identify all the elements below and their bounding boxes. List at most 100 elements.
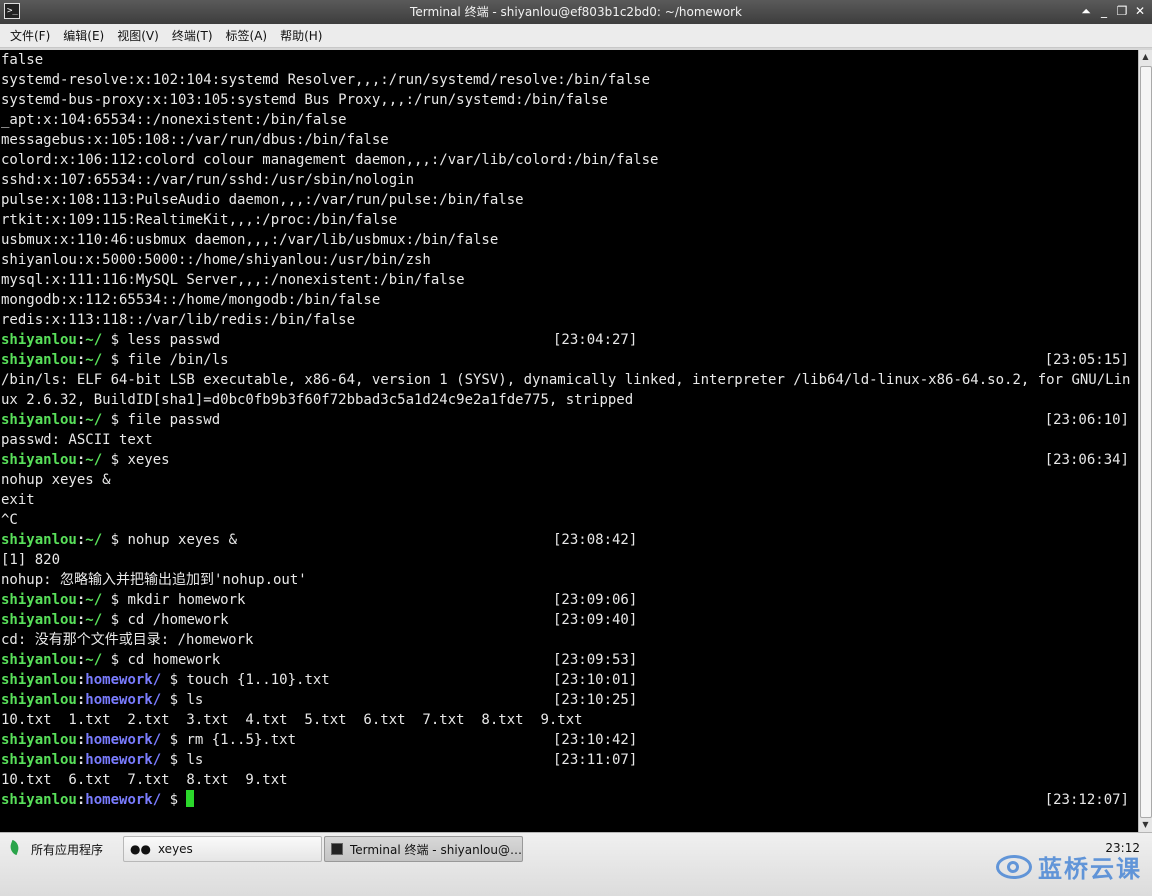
prompt-directory: homework/ — [85, 672, 162, 688]
output-line: mysql:x:111:116:MySQL Server,,,:/nonexis… — [1, 272, 465, 288]
prompt-directory: homework/ — [85, 752, 162, 768]
scroll-down-icon[interactable]: ▼ — [1139, 818, 1152, 832]
timestamp: [23:11:07] — [553, 752, 638, 768]
menu-view[interactable]: 视图(V) — [117, 27, 159, 44]
command-text: $ less passwd — [102, 332, 221, 348]
prompt-user: shiyanlou — [1, 452, 77, 468]
scroll-up-icon[interactable]: ▲ — [1139, 50, 1152, 64]
timestamp: [23:10:01] — [553, 672, 638, 688]
prompt-line: shiyanlou:homework/ $ [23:12:07] — [0, 790, 1138, 810]
prompt-line: shiyanlou:homework/ $ ls [23:10:25] — [0, 690, 1138, 710]
prompt-line: shiyanlou:homework/ $ rm {1..5}.txt [23:1… — [0, 730, 1138, 750]
command-text: $ rm {1..5}.txt — [161, 732, 297, 748]
apps-menu-button[interactable]: 所有应用程序 — [3, 836, 119, 862]
command-text: $ cd /homework — [102, 612, 229, 628]
shade-button[interactable]: ⏶ — [1080, 3, 1092, 19]
command-text: $ mkdir homework — [102, 592, 246, 608]
prompt-directory: ~/ — [85, 652, 103, 668]
prompt-user: shiyanlou — [1, 652, 77, 668]
menu-help[interactable]: 帮助(H) — [280, 27, 322, 44]
output-line: 10.txt 1.txt 2.txt 3.txt 4.txt 5.txt 6.t… — [1, 712, 583, 728]
timestamp: [23:08:42] — [553, 532, 638, 548]
taskbar: 所有应用程序 ●● xeyes Terminal 终端 - shiyanlou@… — [0, 832, 1152, 896]
prompt-directory: homework/ — [85, 732, 162, 748]
window-controls: ⏶ _ ❐ ✕ — [1080, 3, 1146, 19]
prompt-line: shiyanlou:~/ $ xeyes [23:06:34] — [0, 450, 1138, 470]
prompt-directory: ~/ — [85, 532, 103, 548]
eyes-icon: ●● — [130, 842, 151, 856]
prompt-directory: ~/ — [85, 412, 103, 428]
menu-tabs[interactable]: 标签(A) — [226, 27, 268, 44]
window-title: Terminal 终端 - shiyanlou@ef803b1c2bd0: ~/… — [410, 5, 742, 19]
menu-edit[interactable]: 编辑(E) — [63, 27, 104, 44]
output-line: _apt:x:104:65534::/nonexistent:/bin/fals… — [1, 112, 347, 128]
terminal-cursor[interactable] — [186, 790, 195, 807]
prompt-user: shiyanlou — [1, 792, 77, 808]
output-line: false — [1, 52, 44, 68]
prompt-line: shiyanlou:homework/ $ ls [23:11:07] — [0, 750, 1138, 770]
output-line: colord:x:106:112:colord colour managemen… — [1, 152, 659, 168]
timestamp: [23:10:42] — [553, 732, 638, 748]
terminal-output[interactable]: false systemd-resolve:x:102:104:systemd R… — [0, 50, 1138, 832]
prompt-user: shiyanlou — [1, 412, 77, 428]
prompt-line: shiyanlou:homework/ $ touch {1..10}.txt[… — [0, 670, 1138, 690]
prompt-directory: homework/ — [85, 692, 162, 708]
output-line: pulse:x:108:113:PulseAudio daemon,,,:/va… — [1, 192, 524, 208]
timestamp: [23:12:07] — [1044, 792, 1129, 808]
output-line: nohup xeyes & — [1, 472, 111, 488]
prompt-user: shiyanlou — [1, 612, 77, 628]
prompt-line: shiyanlou:~/ $ file passwd [23:06:10] — [0, 410, 1138, 430]
timestamp: [23:10:25] — [553, 692, 638, 708]
output-line: mongodb:x:112:65534::/home/mongodb:/bin/… — [1, 292, 381, 308]
prompt-directory: homework/ — [85, 792, 162, 808]
output-line: ^C — [1, 512, 18, 528]
menu-file[interactable]: 文件(F) — [10, 27, 50, 44]
timestamp: [23:05:15] — [1044, 352, 1129, 368]
task-label: xeyes — [157, 842, 193, 856]
prompt-line: shiyanlou:~/ $ mkdir homework [23:09:06] — [0, 590, 1138, 610]
lanqiao-logo-icon — [996, 854, 1032, 879]
terminal-scrollbar[interactable]: ▲ ▼ — [1138, 50, 1152, 832]
command-text: $ ls — [161, 752, 204, 768]
timestamp: [23:09:40] — [553, 612, 638, 628]
prompt-user: shiyanlou — [1, 352, 77, 368]
terminal-icon — [331, 843, 343, 855]
output-line: [1] 820 — [1, 552, 61, 568]
output-line: systemd-resolve:x:102:104:systemd Resolv… — [1, 72, 651, 88]
output-line: sshd:x:107:65534::/var/run/sshd:/usr/sbi… — [1, 172, 415, 188]
prompt-line: shiyanlou:~/ $ nohup xeyes & [23:08:42] — [0, 530, 1138, 550]
close-button[interactable]: ✕ — [1134, 3, 1146, 19]
prompt-directory: ~/ — [85, 352, 103, 368]
timestamp: [23:04:27] — [553, 332, 638, 348]
watermark-text: 蓝桥云课 — [1038, 855, 1142, 883]
command-text: $ — [161, 792, 187, 808]
menu-bar: 文件(F) 编辑(E) 视图(V) 终端(T) 标签(A) 帮助(H) — [0, 24, 1152, 48]
prompt-user: shiyanlou — [1, 672, 77, 688]
task-terminal[interactable]: Terminal 终端 - shiyanlou@… — [324, 836, 523, 862]
output-line: exit — [1, 492, 35, 508]
output-line: cd: 没有那个文件或目录: /homework — [1, 632, 254, 648]
output-line: nohup: 忽略输入并把输出追加到'nohup.out' — [1, 572, 307, 588]
command-text: $ touch {1..10}.txt — [161, 672, 330, 688]
command-text: $ cd homework — [102, 652, 221, 668]
apps-menu-label: 所有应用程序 — [31, 842, 104, 857]
timestamp: [23:09:53] — [553, 652, 638, 668]
prompt-directory: ~/ — [85, 592, 103, 608]
timestamp: [23:09:06] — [553, 592, 638, 608]
scrollbar-thumb[interactable] — [1140, 66, 1152, 818]
output-line: passwd: ASCII text — [1, 432, 153, 448]
output-line: usbmux:x:110:46:usbmux daemon,,,:/var/li… — [1, 232, 499, 248]
output-line: messagebus:x:105:108::/var/run/dbus:/bin… — [1, 132, 389, 148]
prompt-line: shiyanlou:~/ $ cd /homework [23:09:40] — [0, 610, 1138, 630]
output-line: rtkit:x:109:115:RealtimeKit,,,:/proc:/bi… — [1, 212, 398, 228]
prompt-line: shiyanlou:~/ $ cd homework [23:09:53] — [0, 650, 1138, 670]
prompt-user: shiyanlou — [1, 332, 77, 348]
window-titlebar[interactable]: >_ Terminal 终端 - shiyanlou@ef803b1c2bd0:… — [0, 0, 1152, 24]
maximize-button[interactable]: ❐ — [1116, 3, 1128, 19]
task-xeyes[interactable]: ●● xeyes — [123, 836, 322, 862]
minimize-button[interactable]: _ — [1098, 3, 1110, 19]
timestamp: [23:06:34] — [1044, 452, 1129, 468]
command-text: $ file passwd — [102, 412, 221, 428]
output-line: /bin/ls: ELF 64-bit LSB executable, x86-… — [1, 372, 1131, 408]
menu-terminal[interactable]: 终端(T) — [172, 27, 213, 44]
